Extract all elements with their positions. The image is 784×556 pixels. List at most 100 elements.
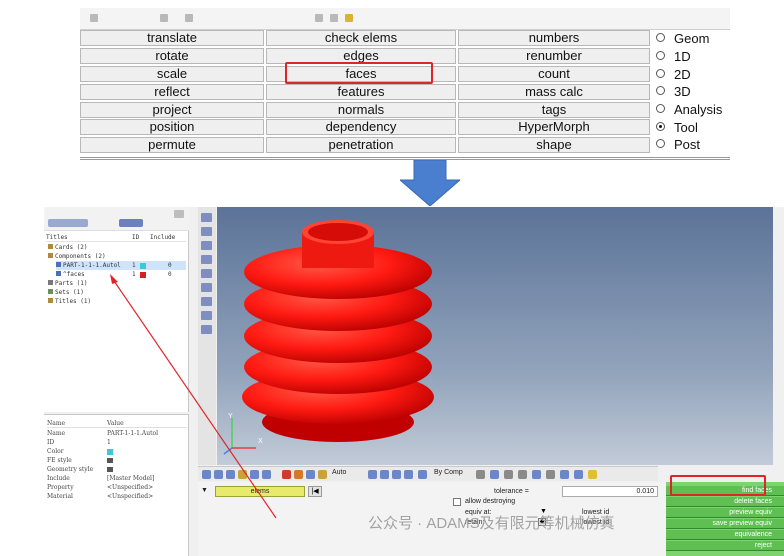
col-id: ID: [132, 234, 140, 241]
tree-part-component[interactable]: PART-1-1-1.Autol 1 0: [56, 261, 186, 270]
tree-parts[interactable]: Parts (1): [48, 279, 88, 288]
color-swatch[interactable]: [140, 263, 146, 269]
menu-project[interactable]: project: [80, 102, 264, 118]
radio-dot[interactable]: [656, 104, 665, 113]
menu-mass-calc[interactable]: mass calc: [458, 84, 650, 100]
reset-selection-button[interactable]: |◀: [308, 486, 322, 497]
allow-destroying-checkbox[interactable]: [453, 498, 461, 506]
browser-header: Titles ID Include: [46, 233, 186, 242]
filter-icon[interactable]: [119, 219, 143, 227]
view-icon[interactable]: [201, 227, 212, 236]
menu-rotate[interactable]: rotate: [80, 48, 264, 64]
menu-penetration[interactable]: penetration: [266, 137, 456, 153]
radio-1d[interactable]: 1D: [656, 49, 691, 66]
view-icon[interactable]: [201, 213, 212, 222]
radio-2d[interactable]: 2D: [656, 67, 691, 84]
toolbar-icon[interactable]: [476, 470, 485, 479]
search-icon[interactable]: [174, 210, 184, 218]
menu-numbers[interactable]: numbers: [458, 30, 650, 46]
prop-row: Material <Unspecified>: [47, 492, 153, 501]
tree-sets[interactable]: Sets (1): [48, 288, 84, 297]
star-icon[interactable]: [345, 14, 353, 22]
toolbar-icon[interactable]: [318, 470, 327, 479]
menu-features[interactable]: features: [266, 84, 456, 100]
radio-geom[interactable]: Geom: [656, 31, 709, 48]
prop-name: Material: [47, 493, 73, 500]
radio-dot[interactable]: [656, 51, 665, 60]
page-radio-group: Geom 1D 2D 3D Analysis Tool Post: [656, 30, 736, 154]
prop-row: Property <Unspecified>: [47, 483, 153, 492]
view-icon[interactable]: [201, 241, 212, 250]
menu-faces[interactable]: faces: [266, 66, 456, 82]
menu-normals[interactable]: normals: [266, 102, 456, 118]
menu-shape[interactable]: shape: [458, 137, 650, 153]
menu-hypermorph[interactable]: HyperMorph: [458, 119, 650, 135]
menu-edges[interactable]: edges: [266, 48, 456, 64]
toolbar-icon[interactable]: [518, 470, 527, 479]
toolbar-icon[interactable]: [532, 470, 541, 479]
toolbar-icon[interactable]: [504, 470, 513, 479]
menu-check-elems[interactable]: check elems: [266, 30, 456, 46]
menu-scale[interactable]: scale: [80, 66, 264, 82]
auto-dropdown[interactable]: Auto: [332, 469, 346, 476]
command-column: find faces delete faces preview equiv sa…: [666, 482, 784, 556]
radio-dot[interactable]: [656, 69, 665, 78]
radio-post[interactable]: Post: [656, 137, 700, 154]
toolbar-icon[interactable]: [392, 470, 401, 479]
toolbar-icon[interactable]: [380, 470, 389, 479]
prop-name: Include: [47, 475, 70, 482]
radio-tool[interactable]: Tool: [656, 120, 698, 137]
toolbar-icon[interactable]: [306, 470, 315, 479]
bycomp-dropdown[interactable]: By Comp: [434, 469, 463, 476]
titles-icon: [48, 298, 53, 303]
toolbar-icon[interactable]: [574, 470, 583, 479]
menu-tags[interactable]: tags: [458, 102, 650, 118]
toolbar-icon[interactable]: [315, 14, 323, 22]
prop-name: FE style: [47, 457, 72, 464]
radio-dot[interactable]: [656, 33, 665, 42]
radio-3d[interactable]: 3D: [656, 84, 691, 101]
delete-faces-button[interactable]: delete faces: [666, 497, 784, 507]
toolbar-icon[interactable]: [160, 14, 168, 22]
equivalence-button[interactable]: equivalence: [666, 530, 784, 540]
radio-dot[interactable]: [656, 139, 665, 148]
toolbar-icon[interactable]: [368, 470, 377, 479]
radio-dot[interactable]: [656, 86, 665, 95]
toolbar-icon[interactable]: [294, 470, 303, 479]
tree-components[interactable]: Components (2): [48, 252, 106, 261]
tree-id: 1: [132, 262, 136, 269]
tree-label: Titles (1): [55, 298, 92, 305]
reject-button[interactable]: reject: [666, 541, 784, 551]
toolbar-icon[interactable]: [330, 14, 338, 22]
menu-position[interactable]: position: [80, 119, 264, 135]
toolbar-icon[interactable]: [490, 470, 499, 479]
arrow-down-icon: [400, 160, 460, 206]
toolbar-icon[interactable]: [560, 470, 569, 479]
radio-analysis[interactable]: Analysis: [656, 102, 722, 119]
menu-permute[interactable]: permute: [80, 137, 264, 153]
toolbar-icon[interactable]: [418, 470, 427, 479]
tree-titles[interactable]: Titles (1): [48, 297, 91, 306]
star-icon[interactable]: [588, 470, 597, 479]
browser-tools-icon[interactable]: [48, 219, 88, 227]
menu-dependency[interactable]: dependency: [266, 119, 456, 135]
tree-cards[interactable]: Cards (2): [48, 243, 88, 252]
col-titles: Titles: [46, 234, 68, 241]
menu-count[interactable]: count: [458, 66, 650, 82]
radio-label: Geom: [674, 31, 710, 46]
find-faces-button[interactable]: find faces: [666, 486, 784, 496]
menu-renumber[interactable]: renumber: [458, 48, 650, 64]
toolbar-icon[interactable]: [404, 470, 413, 479]
radio-dot-selected[interactable]: [656, 122, 665, 131]
preview-equiv-button[interactable]: preview equiv: [666, 508, 784, 518]
menu-translate[interactable]: translate: [80, 30, 264, 46]
tolerance-input[interactable]: 0.010: [562, 486, 658, 497]
toolbar-icon[interactable]: [546, 470, 555, 479]
tree-label: Parts (1): [55, 280, 88, 287]
prop-row: Include [Master Model]: [47, 474, 154, 483]
view-icon[interactable]: [201, 255, 212, 264]
toolbar-icon[interactable]: [185, 14, 193, 22]
save-preview-equiv-button[interactable]: save preview equiv: [666, 519, 784, 529]
toolbar-icon[interactable]: [90, 14, 98, 22]
menu-reflect[interactable]: reflect: [80, 84, 264, 100]
